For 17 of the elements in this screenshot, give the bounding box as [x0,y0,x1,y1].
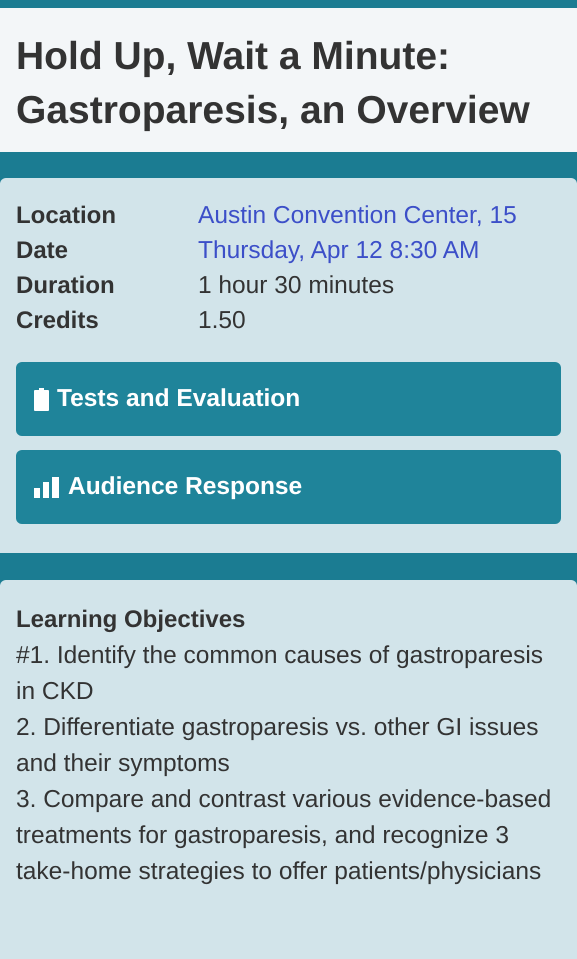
clipboard-icon [34,388,49,410]
bar-chart-icon [34,476,60,498]
detail-label: Date [16,236,70,266]
session-title: Hold Up, Wait a Minute: Gastroparesis, an Overview [16,34,531,134]
detail-label: Duration [16,271,116,301]
action-button[interactable]: Tests and Evaluation [16,362,561,436]
objective-text: 2. Differentiate gastroparesis vs. other GI issues and their symptoms [16,713,540,779]
objective-text: #1. Identify the common causes of gastroparesis in CKD [16,641,544,707]
section-heading: Learning Objectives [16,605,246,635]
detail-label: Credits [16,306,100,336]
detail-value: 1 hour 30 minutes [198,271,396,301]
objective-text: 3. Compare and contrast various evidence-based treatments for gastroparesis, and recognize 3 take-home strategies to offer patients/physicians [16,785,552,887]
action-button[interactable]: Audience Response [16,450,561,524]
detail-label: Location [16,201,117,231]
detail-link[interactable]: Austin Convention Center, 15 [198,198,561,233]
detail-value: 1.50 [198,306,247,336]
detail-link[interactable]: Thursday, Apr 12 8:30 AM [198,233,561,268]
